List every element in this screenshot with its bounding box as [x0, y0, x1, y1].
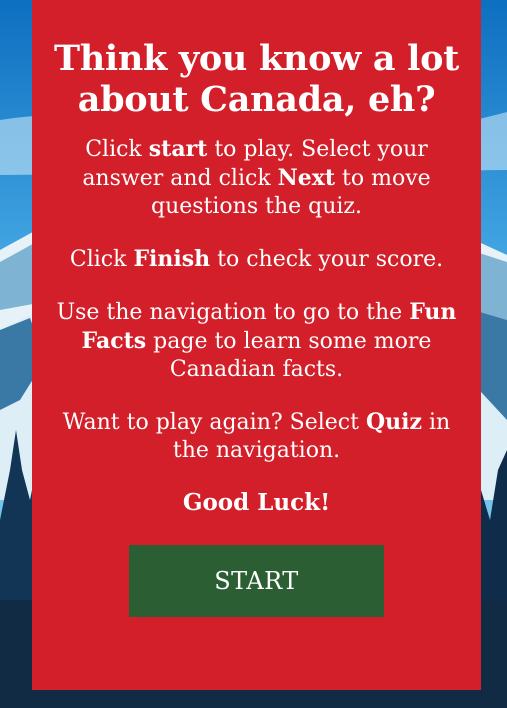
- finish-keyword: Finish: [133, 246, 211, 272]
- page-title: Think you know a lot about Canada, eh?: [53, 38, 459, 120]
- instructions-fun-facts: Use the navigation to go to the Fun Fact…: [56, 299, 457, 382]
- start-keyword: start: [148, 136, 208, 162]
- start-button[interactable]: START: [129, 545, 384, 617]
- instructions-play-again: Want to play again? Select Quiz in the n…: [62, 409, 451, 463]
- instructions-start: Click start to play. Select your answer …: [82, 136, 431, 219]
- quiz-keyword: Quiz: [365, 409, 422, 435]
- instructions-finish: Click Finish to check your score.: [69, 246, 444, 272]
- good-luck-text: Good Luck!: [182, 489, 331, 516]
- next-keyword: Next: [277, 165, 336, 191]
- intro-card: Think you know a lot about Canada, eh? C…: [32, 0, 481, 690]
